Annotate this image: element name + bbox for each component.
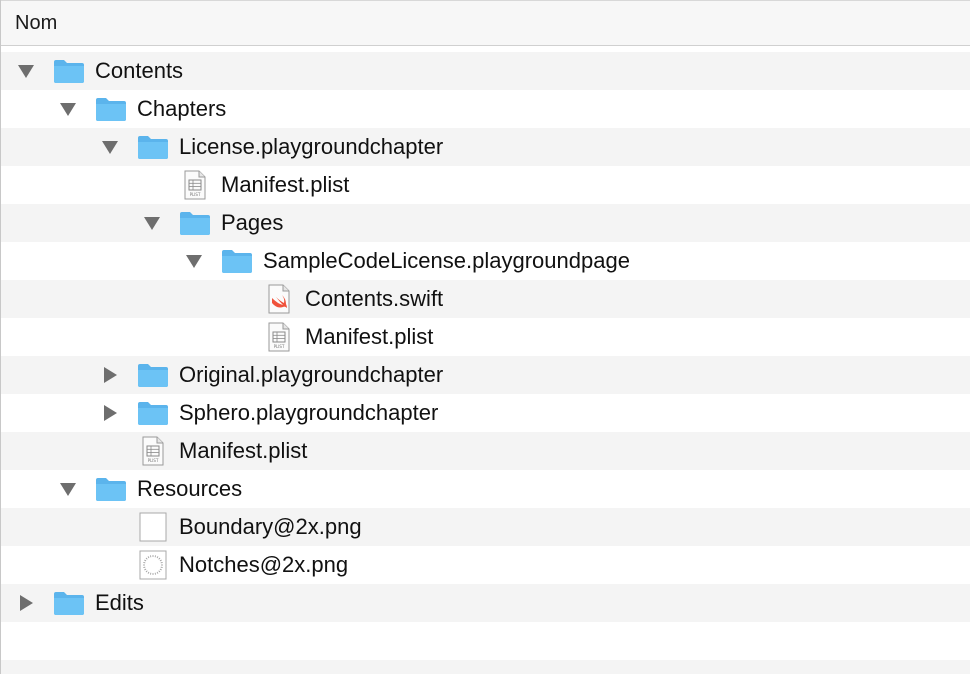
tree-row[interactable]: Edits <box>1 584 970 622</box>
item-name: Boundary@2x.png <box>179 514 362 539</box>
item-name: Manifest.plist <box>305 324 434 349</box>
plist-file-icon: PLIST <box>137 436 169 466</box>
tree-row[interactable]: License.playgroundchapter <box>1 128 970 166</box>
tree-row[interactable]: Resources <box>1 470 970 508</box>
file-tree: Contents Chapters License.playgroundchapte… <box>1 52 970 674</box>
item-name: SampleCodeLicense.playgroundpage <box>263 248 630 273</box>
svg-text:PLIST: PLIST <box>274 344 285 349</box>
folder-icon <box>95 475 127 503</box>
tree-row[interactable]: Sphero.playgroundchapter <box>1 394 970 432</box>
disclosure-collapsed-icon[interactable] <box>101 366 119 384</box>
disclosure-expanded-icon[interactable] <box>101 138 119 156</box>
png-image-icon <box>137 550 169 580</box>
tree-row[interactable]: Pages <box>1 204 970 242</box>
plist-file-icon: PLIST <box>179 170 211 200</box>
tree-row[interactable]: PLIST Manifest.plist <box>1 166 970 204</box>
item-name: Pages <box>221 210 284 235</box>
item-name: Notches@2x.png <box>179 552 349 577</box>
disclosure-collapsed-icon[interactable] <box>101 404 119 422</box>
tree-row[interactable]: PLIST Manifest.plist <box>1 432 970 470</box>
tree-row[interactable]: Contents.swift <box>1 280 970 318</box>
folder-icon <box>53 57 85 85</box>
item-name: Resources <box>137 476 243 501</box>
folder-icon <box>221 247 253 275</box>
png-image-icon <box>137 512 169 542</box>
disclosure-collapsed-icon[interactable] <box>17 594 35 612</box>
empty-row <box>1 622 970 660</box>
folder-icon <box>179 209 211 237</box>
tree-row[interactable]: Boundary@2x.png <box>1 508 970 546</box>
column-header-name[interactable]: Nom <box>1 0 970 46</box>
svg-text:PLIST: PLIST <box>148 458 159 463</box>
tree-row[interactable]: Chapters <box>1 90 970 128</box>
swift-file-icon <box>263 284 295 314</box>
tree-row[interactable]: Original.playgroundchapter <box>1 356 970 394</box>
svg-text:PLIST: PLIST <box>190 192 201 197</box>
item-name: Sphero.playgroundchapter <box>179 400 439 425</box>
tree-row[interactable]: Notches@2x.png <box>1 546 970 584</box>
item-name: Original.playgroundchapter <box>179 362 444 387</box>
plist-file-icon: PLIST <box>263 322 295 352</box>
tree-row[interactable]: PLIST Manifest.plist <box>1 318 970 356</box>
finder-list-view: Nom Contents Chapters License.playgroundch… <box>0 0 970 674</box>
empty-row <box>1 660 970 674</box>
disclosure-expanded-icon[interactable] <box>59 480 77 498</box>
item-name: Manifest.plist <box>179 438 308 463</box>
folder-icon <box>137 361 169 389</box>
item-name: Edits <box>95 590 144 615</box>
disclosure-expanded-icon[interactable] <box>59 100 77 118</box>
disclosure-expanded-icon[interactable] <box>17 62 35 80</box>
item-name: Chapters <box>137 96 227 121</box>
folder-icon <box>137 133 169 161</box>
item-name: Contents.swift <box>305 286 444 311</box>
folder-icon <box>53 589 85 617</box>
tree-row[interactable]: Contents <box>1 52 970 90</box>
tree-row[interactable]: SampleCodeLicense.playgroundpage <box>1 242 970 280</box>
disclosure-expanded-icon[interactable] <box>143 214 161 232</box>
folder-icon <box>137 399 169 427</box>
folder-icon <box>95 95 127 123</box>
item-name: License.playgroundchapter <box>179 134 444 159</box>
disclosure-expanded-icon[interactable] <box>185 252 203 270</box>
item-name: Contents <box>95 58 184 83</box>
column-header-label: Nom <box>15 11 58 34</box>
item-name: Manifest.plist <box>221 172 350 197</box>
